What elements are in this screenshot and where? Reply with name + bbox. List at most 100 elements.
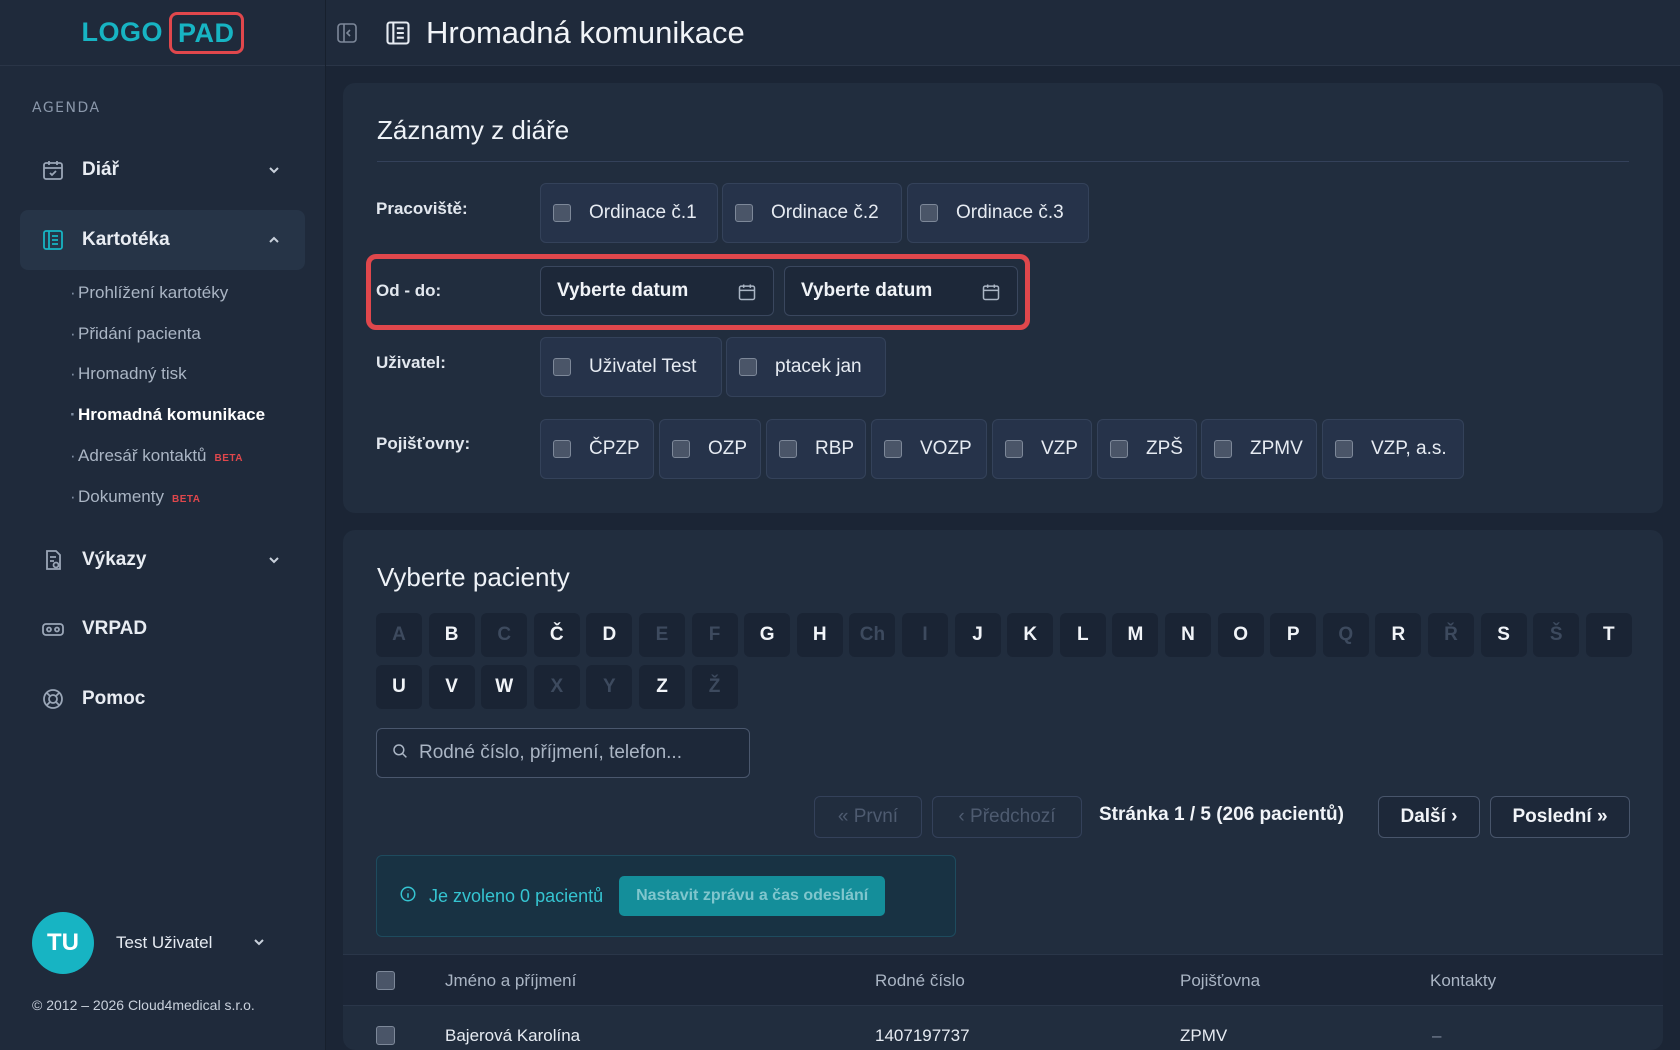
calendar-icon <box>737 282 757 308</box>
chip-label: VOZP <box>920 438 972 459</box>
letter-button[interactable]: L <box>1059 613 1106 657</box>
sidebar-item-vykazy[interactable]: Výkazy <box>20 530 305 590</box>
sidebar-item-pomoc[interactable]: Pomoc <box>20 669 305 729</box>
sidebar-item-diar[interactable]: Diář <box>20 140 305 200</box>
sidebar-item-kartoteka[interactable]: Kartotéka <box>20 210 305 270</box>
sidebar-item-vrpad[interactable]: VRPAD <box>20 599 305 659</box>
letter-button[interactable]: S <box>1480 613 1527 657</box>
letter-button[interactable]: X <box>533 665 580 709</box>
select-all-checkbox[interactable] <box>376 971 395 990</box>
column-header-insurer[interactable]: Pojišťovna <box>1180 971 1260 991</box>
letter-button[interactable]: P <box>1270 613 1317 657</box>
letter-button[interactable]: Č <box>533 613 580 657</box>
letter-button[interactable]: F <box>691 613 738 657</box>
calendar-icon <box>40 157 66 183</box>
beta-badge: BETA <box>171 494 201 505</box>
checkbox[interactable] <box>920 204 938 222</box>
insurer-checkbox-vozp[interactable]: VOZP <box>871 419 987 479</box>
column-header-contacts[interactable]: Kontakty <box>1430 971 1496 991</box>
checkbox[interactable] <box>1335 440 1353 458</box>
letter-button[interactable]: V <box>428 665 475 709</box>
letter-button[interactable]: A <box>376 613 422 657</box>
letter-button[interactable]: D <box>586 613 633 657</box>
user-checkbox-2[interactable]: ptacek jan <box>726 337 886 397</box>
insurer-checkbox-ozp[interactable]: OZP <box>659 419 761 479</box>
letter-button[interactable]: R <box>1375 613 1422 657</box>
sidebar-item-label: Diář <box>82 159 119 180</box>
letter-button[interactable]: J <box>954 613 1001 657</box>
letter-button[interactable]: I <box>902 613 948 657</box>
insurer-checkbox-vzp[interactable]: VZP <box>992 419 1092 479</box>
set-message-button[interactable]: Nastavit zprávu a čas odeslání <box>619 876 886 916</box>
workplace-checkbox-2[interactable]: Ordinace č.2 <box>722 183 902 243</box>
sidebar-section-label: AGENDA <box>32 100 101 116</box>
checkbox[interactable] <box>553 204 571 222</box>
sidebar-item-label: Pomoc <box>82 688 146 709</box>
page-title: Hromadná komunikace <box>426 14 745 50</box>
letter-button[interactable]: U <box>376 665 422 709</box>
last-page-button[interactable]: Poslední » <box>1490 796 1630 838</box>
checkbox[interactable] <box>739 358 757 376</box>
checkbox[interactable] <box>779 440 797 458</box>
letter-button[interactable]: Y <box>586 665 633 709</box>
letter-button[interactable]: T <box>1585 613 1632 657</box>
letter-button[interactable]: H <box>796 613 843 657</box>
date-to-picker[interactable]: Vyberte datum <box>784 266 1018 316</box>
letter-button[interactable]: K <box>1007 613 1054 657</box>
next-page-button[interactable]: Další › <box>1378 796 1480 838</box>
selection-info: Je zvoleno 0 pacientů Nastavit zprávu a … <box>376 855 956 937</box>
workplace-checkbox-1[interactable]: Ordinace č.1 <box>540 183 718 243</box>
insurer-checkbox-cpzp[interactable]: ČPZP <box>540 419 654 479</box>
column-header-rc[interactable]: Rodné číslo <box>875 971 965 991</box>
user-menu[interactable]: TU Test Uživatel <box>32 912 266 974</box>
first-page-button[interactable]: « První <box>814 796 922 838</box>
insurers-label: Pojišťovny: <box>376 434 471 453</box>
checkbox[interactable] <box>553 358 571 376</box>
sidebar-toggle-icon[interactable] <box>336 22 358 44</box>
sidebar-subitem-hromadna-komunikace[interactable]: Hromadná komunikace <box>70 405 265 425</box>
sidebar-subitem-adresar[interactable]: Adresář kontaktů BETA <box>70 446 243 466</box>
checkbox[interactable] <box>735 204 753 222</box>
sidebar-subitem-dokumenty[interactable]: Dokumenty BETA <box>70 487 201 507</box>
user-checkbox-1[interactable]: Uživatel Test <box>540 337 722 397</box>
sidebar-subitem-prohlizeni[interactable]: Prohlížení kartotéky <box>70 283 228 303</box>
search-input[interactable] <box>419 742 739 764</box>
date-from-picker[interactable]: Vyberte datum <box>540 266 774 316</box>
chip-label: Uživatel Test <box>589 356 697 377</box>
letter-button[interactable]: Q <box>1322 613 1369 657</box>
patient-search[interactable] <box>376 728 750 778</box>
letter-button[interactable]: Š <box>1533 613 1580 657</box>
insurer-checkbox-vzp-as[interactable]: VZP, a.s. <box>1322 419 1464 479</box>
letter-button[interactable]: W <box>481 665 528 709</box>
letter-button[interactable]: E <box>639 613 685 657</box>
sidebar-subitem-pridani[interactable]: Přidání pacienta <box>70 324 201 344</box>
checkbox[interactable] <box>1110 440 1128 458</box>
checkbox[interactable] <box>672 440 690 458</box>
letter-button[interactable]: Ř <box>1428 613 1474 657</box>
letter-button[interactable]: N <box>1165 613 1211 657</box>
insurer-checkbox-zpmv[interactable]: ZPMV <box>1201 419 1317 479</box>
row-checkbox[interactable] <box>376 1026 395 1045</box>
letter-button[interactable]: C <box>481 613 528 657</box>
checkbox[interactable] <box>553 440 571 458</box>
prev-page-button[interactable]: ‹ Předchozí <box>932 796 1082 838</box>
sidebar-subitem-hromadny-tisk[interactable]: Hromadný tisk <box>70 364 187 384</box>
filters-title: Záznamy z diáře <box>377 115 570 145</box>
checkbox[interactable] <box>884 440 902 458</box>
chevron-down-icon <box>252 934 266 953</box>
letter-button[interactable]: O <box>1217 613 1264 657</box>
letter-button[interactable]: G <box>744 613 791 657</box>
checkbox[interactable] <box>1214 440 1232 458</box>
letter-button[interactable]: M <box>1112 613 1159 657</box>
letter-button[interactable]: Ž <box>691 665 738 709</box>
insurer-checkbox-zps[interactable]: ZPŠ <box>1097 419 1197 479</box>
logo[interactable]: LOGO PAD <box>0 0 325 66</box>
column-header-name[interactable]: Jméno a příjmení <box>445 971 576 991</box>
letter-button[interactable]: B <box>428 613 475 657</box>
workplace-checkbox-3[interactable]: Ordinace č.3 <box>907 183 1089 243</box>
letter-button[interactable]: Z <box>639 665 685 709</box>
checkbox[interactable] <box>1005 440 1023 458</box>
page-info: Stránka 1 / 5 (206 pacientů) <box>1099 804 1344 825</box>
insurer-checkbox-rbp[interactable]: RBP <box>766 419 866 479</box>
letter-button[interactable]: Ch <box>849 613 896 657</box>
